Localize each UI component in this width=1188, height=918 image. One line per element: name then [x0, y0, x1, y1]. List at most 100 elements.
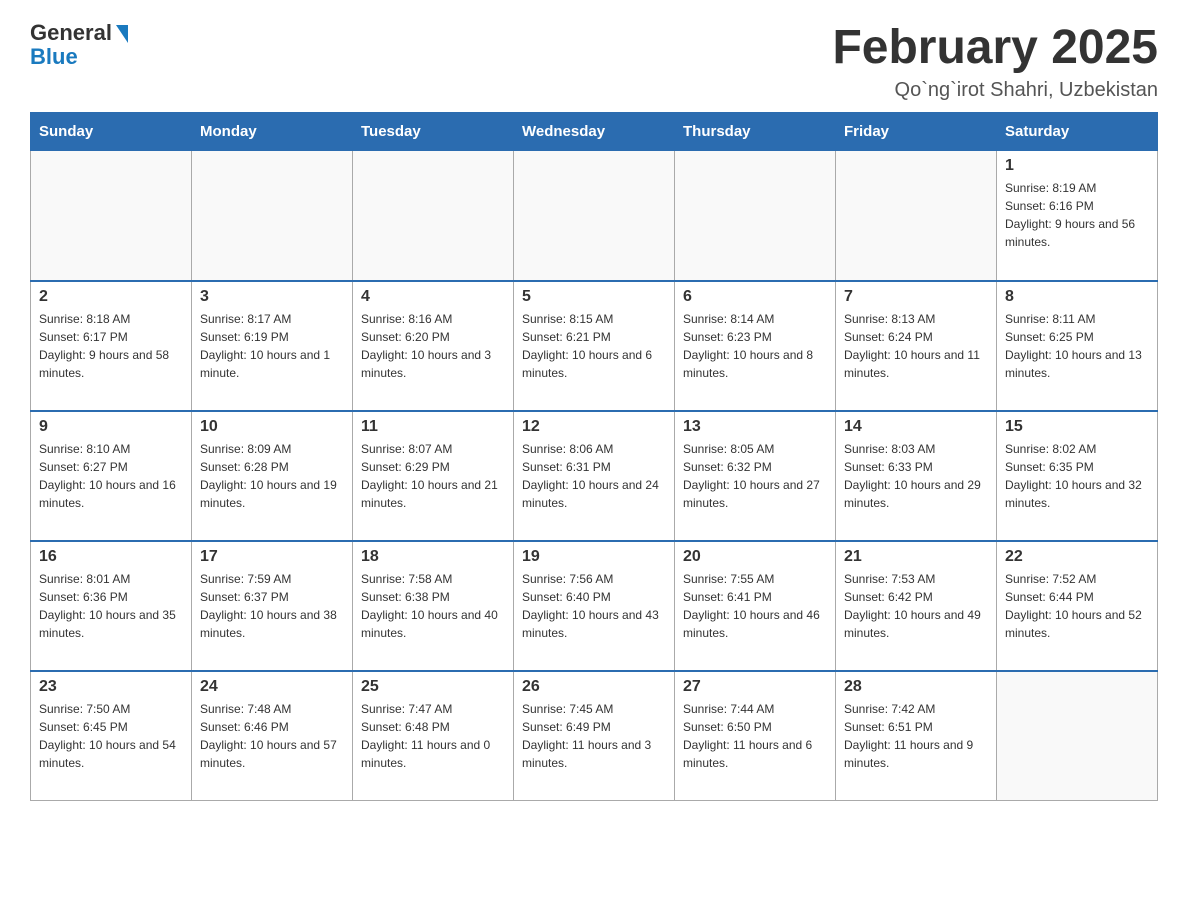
day-number: 20 — [683, 548, 827, 566]
calendar-day-cell: 9 Sunrise: 8:10 AM Sunset: 6:27 PM Daylig… — [31, 411, 192, 541]
day-number: 21 — [844, 548, 988, 566]
calendar-day-cell: 21 Sunrise: 7:53 AM Sunset: 6:42 PM Dayli… — [836, 541, 997, 671]
day-number: 10 — [200, 418, 344, 436]
day-number: 15 — [1005, 418, 1149, 436]
day-info: Sunrise: 8:16 AM Sunset: 6:20 PM Dayligh… — [361, 310, 505, 382]
day-info: Sunrise: 7:48 AM Sunset: 6:46 PM Dayligh… — [200, 700, 344, 772]
logo-general-text: General — [30, 20, 112, 46]
calendar-title: February 2025 — [832, 20, 1158, 75]
calendar-day-cell: 4 Sunrise: 8:16 AM Sunset: 6:20 PM Daylig… — [353, 281, 514, 411]
day-number: 11 — [361, 418, 505, 436]
page-header: General Blue February 2025 Qo`ng`irot Sh… — [30, 20, 1158, 102]
day-info: Sunrise: 8:06 AM Sunset: 6:31 PM Dayligh… — [522, 440, 666, 512]
calendar-day-cell — [836, 151, 997, 281]
title-section: February 2025 Qo`ng`irot Shahri, Uzbekis… — [832, 20, 1158, 102]
calendar-day-cell: 13 Sunrise: 8:05 AM Sunset: 6:32 PM Dayli… — [675, 411, 836, 541]
day-number: 24 — [200, 678, 344, 696]
calendar-day-cell: 6Sunrise: 8:14 AM Sunset: 6:23 PM Daylig… — [675, 281, 836, 411]
day-number: 23 — [39, 678, 183, 696]
calendar-day-cell: 22 Sunrise: 7:52 AM Sunset: 6:44 PM Dayli… — [997, 541, 1158, 671]
calendar-day-cell: 27Sunrise: 7:44 AM Sunset: 6:50 PM Dayli… — [675, 671, 836, 801]
logo-blue-text: Blue — [30, 44, 78, 70]
calendar-day-cell: 8 Sunrise: 8:11 AM Sunset: 6:25 PM Daylig… — [997, 281, 1158, 411]
calendar-day-cell: 18 Sunrise: 7:58 AM Sunset: 6:38 PM Dayli… — [353, 541, 514, 671]
day-of-week-header: Monday — [192, 113, 353, 151]
day-info: Sunrise: 8:01 AM Sunset: 6:36 PM Dayligh… — [39, 570, 183, 642]
calendar-day-cell: 20 Sunrise: 7:55 AM Sunset: 6:41 PM Dayli… — [675, 541, 836, 671]
day-number: 12 — [522, 418, 666, 436]
day-number: 2 — [39, 288, 183, 306]
day-info: Sunrise: 8:02 AM Sunset: 6:35 PM Dayligh… — [1005, 440, 1149, 512]
calendar-week-row: 23Sunrise: 7:50 AM Sunset: 6:45 PM Dayli… — [31, 671, 1158, 801]
day-number: 25 — [361, 678, 505, 696]
day-number: 26 — [522, 678, 666, 696]
day-of-week-header: Saturday — [997, 113, 1158, 151]
day-number: 14 — [844, 418, 988, 436]
day-number: 17 — [200, 548, 344, 566]
calendar-day-cell: 17Sunrise: 7:59 AM Sunset: 6:37 PM Dayli… — [192, 541, 353, 671]
day-number: 6 — [683, 288, 827, 306]
calendar-day-cell: 14 Sunrise: 8:03 AM Sunset: 6:33 PM Dayli… — [836, 411, 997, 541]
day-number: 27 — [683, 678, 827, 696]
day-of-week-header: Thursday — [675, 113, 836, 151]
day-number: 5 — [522, 288, 666, 306]
calendar-day-cell: 25Sunrise: 7:47 AM Sunset: 6:48 PM Dayli… — [353, 671, 514, 801]
day-number: 4 — [361, 288, 505, 306]
calendar-week-row: 16Sunrise: 8:01 AM Sunset: 6:36 PM Dayli… — [31, 541, 1158, 671]
calendar-day-cell: 10 Sunrise: 8:09 AM Sunset: 6:28 PM Dayli… — [192, 411, 353, 541]
day-number: 8 — [1005, 288, 1149, 306]
calendar-day-cell: 11 Sunrise: 8:07 AM Sunset: 6:29 PM Dayli… — [353, 411, 514, 541]
calendar-header-row: SundayMondayTuesdayWednesdayThursdayFrid… — [31, 113, 1158, 151]
day-info: Sunrise: 8:05 AM Sunset: 6:32 PM Dayligh… — [683, 440, 827, 512]
day-number: 22 — [1005, 548, 1149, 566]
day-info: Sunrise: 8:07 AM Sunset: 6:29 PM Dayligh… — [361, 440, 505, 512]
calendar-day-cell: 3 Sunrise: 8:17 AM Sunset: 6:19 PM Daylig… — [192, 281, 353, 411]
calendar-day-cell: 24 Sunrise: 7:48 AM Sunset: 6:46 PM Dayli… — [192, 671, 353, 801]
calendar-day-cell: 26Sunrise: 7:45 AM Sunset: 6:49 PM Dayli… — [514, 671, 675, 801]
day-info: Sunrise: 8:11 AM Sunset: 6:25 PM Dayligh… — [1005, 310, 1149, 382]
calendar-day-cell — [31, 151, 192, 281]
day-number: 3 — [200, 288, 344, 306]
day-number: 7 — [844, 288, 988, 306]
day-info: Sunrise: 7:52 AM Sunset: 6:44 PM Dayligh… — [1005, 570, 1149, 642]
calendar-day-cell — [192, 151, 353, 281]
day-number: 28 — [844, 678, 988, 696]
calendar-day-cell: 5Sunrise: 8:15 AM Sunset: 6:21 PM Daylig… — [514, 281, 675, 411]
calendar-week-row: 2 Sunrise: 8:18 AM Sunset: 6:17 PM Daylig… — [31, 281, 1158, 411]
logo-arrow-icon — [116, 25, 128, 43]
day-info: Sunrise: 7:53 AM Sunset: 6:42 PM Dayligh… — [844, 570, 988, 642]
calendar-day-cell — [997, 671, 1158, 801]
calendar-day-cell: 15 Sunrise: 8:02 AM Sunset: 6:35 PM Dayli… — [997, 411, 1158, 541]
calendar-table: SundayMondayTuesdayWednesdayThursdayFrid… — [30, 112, 1158, 801]
calendar-day-cell: 23Sunrise: 7:50 AM Sunset: 6:45 PM Dayli… — [31, 671, 192, 801]
calendar-day-cell — [353, 151, 514, 281]
logo: General Blue — [30, 20, 128, 70]
day-of-week-header: Sunday — [31, 113, 192, 151]
day-info: Sunrise: 8:13 AM Sunset: 6:24 PM Dayligh… — [844, 310, 988, 382]
calendar-week-row: 1Sunrise: 8:19 AM Sunset: 6:16 PM Daylig… — [31, 151, 1158, 281]
calendar-day-cell: 28 Sunrise: 7:42 AM Sunset: 6:51 PM Dayli… — [836, 671, 997, 801]
day-info: Sunrise: 7:58 AM Sunset: 6:38 PM Dayligh… — [361, 570, 505, 642]
day-info: Sunrise: 7:56 AM Sunset: 6:40 PM Dayligh… — [522, 570, 666, 642]
calendar-day-cell: 2 Sunrise: 8:18 AM Sunset: 6:17 PM Daylig… — [31, 281, 192, 411]
calendar-subtitle: Qo`ng`irot Shahri, Uzbekistan — [832, 79, 1158, 102]
day-info: Sunrise: 8:03 AM Sunset: 6:33 PM Dayligh… — [844, 440, 988, 512]
day-of-week-header: Tuesday — [353, 113, 514, 151]
day-number: 13 — [683, 418, 827, 436]
calendar-week-row: 9 Sunrise: 8:10 AM Sunset: 6:27 PM Daylig… — [31, 411, 1158, 541]
calendar-day-cell: 12 Sunrise: 8:06 AM Sunset: 6:31 PM Dayli… — [514, 411, 675, 541]
day-of-week-header: Friday — [836, 113, 997, 151]
calendar-day-cell: 16Sunrise: 8:01 AM Sunset: 6:36 PM Dayli… — [31, 541, 192, 671]
day-info: Sunrise: 8:09 AM Sunset: 6:28 PM Dayligh… — [200, 440, 344, 512]
day-info: Sunrise: 7:42 AM Sunset: 6:51 PM Dayligh… — [844, 700, 988, 772]
day-info: Sunrise: 8:18 AM Sunset: 6:17 PM Dayligh… — [39, 310, 183, 382]
day-number: 9 — [39, 418, 183, 436]
day-info: Sunrise: 7:55 AM Sunset: 6:41 PM Dayligh… — [683, 570, 827, 642]
calendar-day-cell: 7 Sunrise: 8:13 AM Sunset: 6:24 PM Daylig… — [836, 281, 997, 411]
day-info: Sunrise: 8:10 AM Sunset: 6:27 PM Dayligh… — [39, 440, 183, 512]
day-number: 19 — [522, 548, 666, 566]
day-of-week-header: Wednesday — [514, 113, 675, 151]
day-info: Sunrise: 8:17 AM Sunset: 6:19 PM Dayligh… — [200, 310, 344, 382]
calendar-day-cell — [514, 151, 675, 281]
day-number: 18 — [361, 548, 505, 566]
